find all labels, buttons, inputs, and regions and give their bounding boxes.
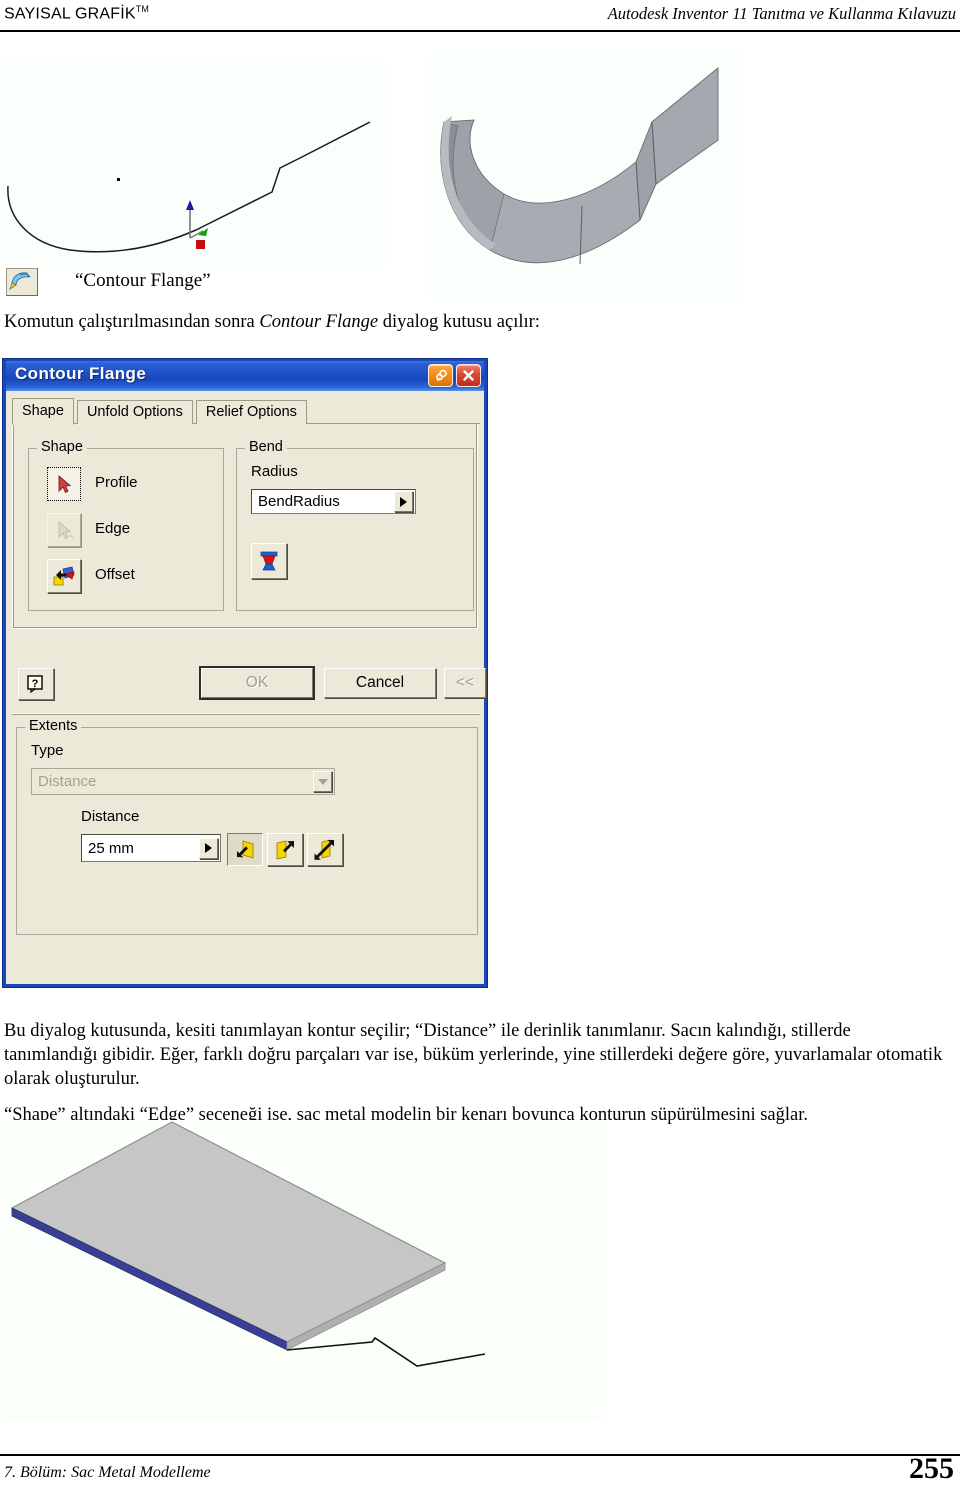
ok-button[interactable]: OK [199, 666, 315, 700]
footer-chapter: 7. Bölüm: Sac Metal Modelleme [4, 1464, 211, 1481]
radius-label: Radius [251, 463, 298, 480]
intro-text-before: Komutun çalıştırılmasından sonra [4, 312, 260, 332]
dialog-intro-sentence: Komutun çalıştırılmasından sonra Contour… [4, 312, 944, 333]
distance-value: 25 mm [88, 839, 134, 857]
dialog-title: Contour Flange [15, 364, 147, 383]
shape-tab-panel: Shape Profile Edge Offset Bend Radius Be… [12, 424, 478, 629]
intro-text-after: diyalog kutusu açılır: [378, 312, 540, 332]
sketch-profile-figure [0, 58, 385, 265]
bend-shape-icon [260, 551, 278, 571]
shape-tab-panel-inner: Shape Profile Edge Offset Bend Radius Be… [13, 424, 477, 628]
bend-radius-value: BendRadius [258, 493, 340, 510]
shape-groupbox: Shape Profile Edge Offset [28, 439, 224, 611]
flat-plate-graphic [2, 1120, 602, 1420]
close-button[interactable] [456, 364, 481, 387]
flat-plate-figure [2, 1120, 602, 1420]
bend-groupbox-title: Bend [245, 439, 287, 455]
edge-label: Edge [95, 520, 131, 537]
titlebar-button-group [428, 364, 481, 387]
dialog-button-row: ? OK Cancel << [12, 666, 486, 708]
direction-one-side-icon [237, 839, 254, 859]
close-icon [463, 370, 474, 381]
command-icon-line: “Contour Flange” [0, 268, 960, 302]
shape-groupbox-title: Shape [37, 439, 87, 455]
extent-type-value: Distance [38, 773, 97, 790]
page-footer: 7. Bölüm: Sac Metal Modelleme 255 [0, 1446, 960, 1508]
tab-shape[interactable]: Shape [12, 398, 74, 425]
dialog-body: Shape Unfold Options Relief Options Shap… [6, 391, 486, 984]
direction-one-side-button[interactable] [227, 833, 263, 866]
publisher-brand: SAYISAL GRAFİKTM [4, 4, 149, 23]
help-button[interactable]: ? [18, 668, 54, 700]
pin-icon [435, 369, 447, 381]
distance-dropdown-arrow[interactable] [199, 837, 218, 859]
select-profile-button[interactable] [47, 467, 81, 501]
select-profile-icon [58, 475, 72, 494]
distance-label: Distance [81, 808, 140, 825]
profile-label: Profile [95, 474, 138, 491]
pin-button[interactable] [428, 364, 453, 387]
distance-combo[interactable]: 25 mm [81, 834, 221, 862]
header-rule [0, 30, 960, 32]
collapse-button[interactable]: << [444, 668, 486, 698]
direction-symmetric-button[interactable] [307, 833, 343, 866]
bend-radius-dropdown-arrow[interactable] [394, 491, 413, 512]
bend-shape-button[interactable] [251, 543, 287, 579]
trademark-symbol: TM [135, 4, 150, 14]
select-edge-button[interactable] [47, 513, 81, 547]
book-title: Autodesk Inventor 11 Tanıtma ve Kullanma… [607, 4, 956, 23]
extents-groupbox: Extents Type Distance Distance 25 mm [16, 718, 478, 935]
sketch-profile-graphic [0, 58, 385, 265]
publisher-brand-text: SAYISAL GRAFİK [4, 5, 136, 23]
svg-text:?: ? [32, 678, 39, 690]
bend-radius-combo[interactable]: BendRadius [251, 489, 416, 514]
direction-other-side-button[interactable] [267, 833, 303, 866]
footer-page-number: 255 [909, 1452, 954, 1485]
direction-other-side-icon [276, 840, 294, 859]
cancel-button[interactable]: Cancel [324, 668, 436, 698]
paragraph-dialog-description: Bu diyalog kutusunda, kesiti tanımlayan … [4, 1020, 943, 1090]
contour-flange-solid-figure [430, 54, 743, 297]
offset-button[interactable] [47, 559, 81, 593]
contour-flange-dialog[interactable]: Contour Flange Shape Unfold Options Reli… [2, 358, 488, 988]
type-label: Type [31, 742, 64, 759]
tab-unfold-options[interactable]: Unfold Options [76, 400, 193, 425]
footer-rule [0, 1454, 960, 1456]
dialog-titlebar[interactable]: Contour Flange [6, 361, 484, 391]
extent-type-combo[interactable]: Distance [31, 768, 335, 795]
contour-flange-glyph [9, 272, 31, 290]
figure-row-top [0, 40, 960, 297]
direction-symmetric-icon [314, 838, 334, 860]
dialog-tabstrip: Shape Unfold Options Relief Options [12, 398, 480, 425]
tab-relief-options[interactable]: Relief Options [195, 400, 307, 425]
help-icon: ? [27, 675, 43, 693]
command-caption: “Contour Flange” [75, 270, 211, 291]
page-header: SAYISAL GRAFİKTM Autodesk Inventor 11 Ta… [0, 0, 960, 34]
contour-flange-icon[interactable] [6, 268, 38, 296]
dialog-separator [12, 713, 480, 715]
offset-direction-icon [53, 566, 75, 586]
select-edge-icon [58, 521, 74, 540]
offset-label: Offset [95, 566, 135, 583]
intro-command-name: Contour Flange [259, 312, 379, 332]
extent-type-dropdown-arrow[interactable] [313, 771, 332, 792]
contour-flange-solid-graphic [430, 54, 743, 297]
bend-groupbox: Bend Radius BendRadius [236, 439, 474, 611]
extents-groupbox-title: Extents [25, 718, 82, 734]
